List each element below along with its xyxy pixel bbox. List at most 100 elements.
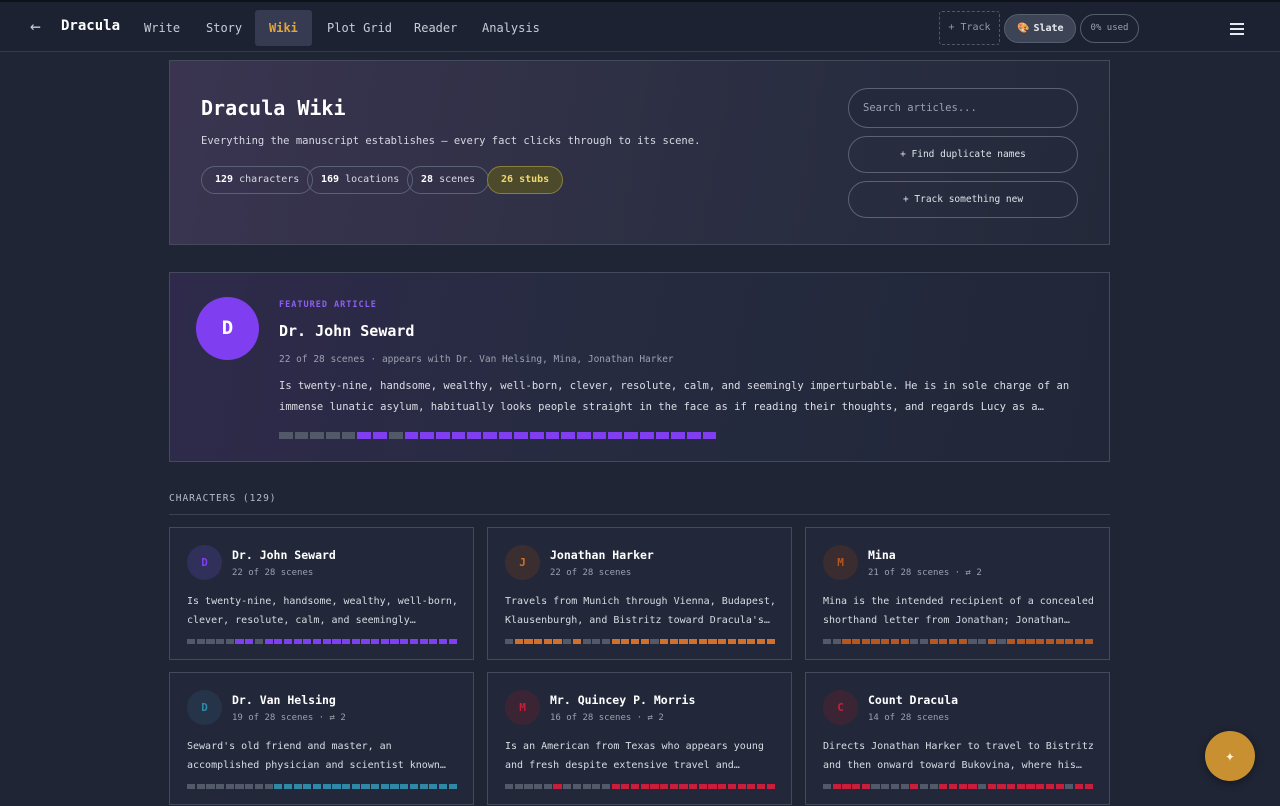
character-description: Directs Jonathan Harker to travel to Bis… <box>823 741 1094 771</box>
tab-reader[interactable]: Reader <box>400 10 471 46</box>
back-arrow-icon[interactable]: ← <box>30 16 41 37</box>
character-name[interactable]: Jonathan Harker <box>550 548 654 562</box>
stat-label: scenes <box>439 174 476 185</box>
tab-wiki[interactable]: Wiki <box>255 10 312 46</box>
avatar: D <box>187 545 222 580</box>
scene-segment <box>279 432 293 439</box>
scene-segment <box>727 784 736 789</box>
scene-segment <box>254 784 263 789</box>
scene-segment <box>852 639 861 644</box>
character-meta: 14 of 28 scenes <box>868 713 950 723</box>
avatar: D <box>187 690 222 725</box>
avatar: J <box>505 545 540 580</box>
character-card[interactable]: D Dr. John Seward 22 of 28 scenes Is twenty… <box>169 527 474 660</box>
hamburger-menu-icon[interactable] <box>1230 23 1244 35</box>
scene-segment <box>939 784 948 789</box>
character-name[interactable]: Mina <box>868 548 896 562</box>
scene-segment <box>293 639 302 644</box>
scene-segment <box>978 784 987 789</box>
scene-segment <box>545 432 560 439</box>
scene-segment <box>448 784 457 789</box>
scene-segment <box>530 432 544 439</box>
scene-segment <box>1074 639 1084 644</box>
stat-chip-locations[interactable]: 169 locations <box>307 166 414 194</box>
scene-segment <box>756 784 766 789</box>
scene-segment <box>312 639 322 644</box>
scene-segment <box>294 432 309 439</box>
scene-segment <box>727 639 736 644</box>
search-input[interactable]: Search articles... <box>848 88 1078 128</box>
scene-segment <box>196 639 205 644</box>
scene-segment <box>948 784 958 789</box>
scene-segment <box>577 432 591 439</box>
stubs-count: 26 <box>501 174 514 185</box>
track-button[interactable]: + Track <box>939 11 1000 45</box>
scene-segment <box>264 639 273 644</box>
scene-segment <box>187 784 196 789</box>
scene-segment <box>1026 639 1035 644</box>
featured-kicker: FEATURED ARTICLE <box>279 300 377 310</box>
tab-analysis[interactable]: Analysis <box>468 10 554 46</box>
character-card[interactable]: M Mina 21 of 28 scenes · ⇄ 2 Mina is the in… <box>805 527 1110 660</box>
scene-segment <box>1036 639 1045 644</box>
stat-count: 129 <box>215 174 234 185</box>
theme-button[interactable]: 🎨 Slate <box>1004 14 1076 43</box>
scene-segment <box>563 639 572 644</box>
scene-segment <box>534 639 543 644</box>
top-navigation-bar: ← Dracula Write Story Wiki Plot Grid Rea… <box>0 0 1280 52</box>
scene-segment <box>514 432 528 439</box>
featured-article-card[interactable]: D FEATURED ARTICLE Dr. John Seward 22 of… <box>169 272 1110 462</box>
tab-write[interactable]: Write <box>130 10 194 46</box>
scene-segment <box>225 784 234 789</box>
character-name[interactable]: Dr. John Seward <box>232 548 336 562</box>
usage-badge[interactable]: 0% used <box>1080 14 1139 43</box>
scene-segment <box>482 432 497 439</box>
character-name[interactable]: Dr. Van Helsing <box>232 693 336 707</box>
scene-segment <box>871 784 880 789</box>
scene-segment <box>582 639 591 644</box>
scene-segment <box>274 784 283 789</box>
track-something-new-button[interactable]: + Track something new <box>848 181 1078 218</box>
scene-segment <box>871 639 880 644</box>
scene-segment <box>498 432 513 439</box>
scene-segment <box>747 784 756 789</box>
sparkle-icon[interactable]: ✦ <box>1205 731 1255 781</box>
avatar: M <box>505 690 540 725</box>
character-name[interactable]: Mr. Quincey P. Morris <box>550 693 695 707</box>
scene-segment <box>332 784 341 789</box>
scene-segment <box>1016 639 1025 644</box>
scene-segment <box>630 784 640 789</box>
character-card[interactable]: D Dr. Van Helsing 19 of 28 scenes · ⇄ 2 Sew… <box>169 672 474 805</box>
scene-segment <box>660 639 669 644</box>
scene-segment <box>852 784 861 789</box>
scene-segment <box>388 432 403 439</box>
scene-presence-bar <box>279 432 717 439</box>
character-name[interactable]: Count Dracula <box>868 693 958 707</box>
character-description: Is an American from Texas who appears yo… <box>505 741 764 771</box>
featured-name[interactable]: Dr. John Seward <box>279 322 414 340</box>
wiki-hero-panel: Dracula Wiki Everything the manuscript e… <box>169 60 1110 245</box>
scene-segment <box>650 784 659 789</box>
tab-story[interactable]: Story <box>192 10 256 46</box>
scene-segment <box>823 784 832 789</box>
scene-segment <box>890 639 899 644</box>
scene-segment <box>968 639 977 644</box>
character-card[interactable]: M Mr. Quincey P. Morris 16 of 28 scenes · … <box>487 672 792 805</box>
scene-segment <box>245 639 254 644</box>
scene-segment <box>832 639 841 644</box>
find-duplicate-names-button[interactable]: + Find duplicate names <box>848 136 1078 173</box>
scene-segment <box>1084 784 1093 789</box>
stat-chip-scenes[interactable]: 28 scenes <box>407 166 490 194</box>
palette-icon: 🎨 <box>1017 23 1030 34</box>
stat-chip-stubs[interactable]: 26 stubs <box>487 166 564 194</box>
character-card[interactable]: C Count Dracula 14 of 28 scenes Directs Jon… <box>805 672 1110 805</box>
tab-plot-grid[interactable]: Plot Grid <box>313 10 406 46</box>
character-meta: 19 of 28 scenes · ⇄ 2 <box>232 713 346 723</box>
scene-presence-bar <box>505 784 775 789</box>
stat-chip-characters[interactable]: 129 characters <box>201 166 314 194</box>
scene-segment <box>312 784 322 789</box>
scene-segment <box>910 639 919 644</box>
character-card[interactable]: J Jonathan Harker 22 of 28 scenes Travels f… <box>487 527 792 660</box>
scene-segment <box>303 639 312 644</box>
scene-segment <box>216 784 225 789</box>
